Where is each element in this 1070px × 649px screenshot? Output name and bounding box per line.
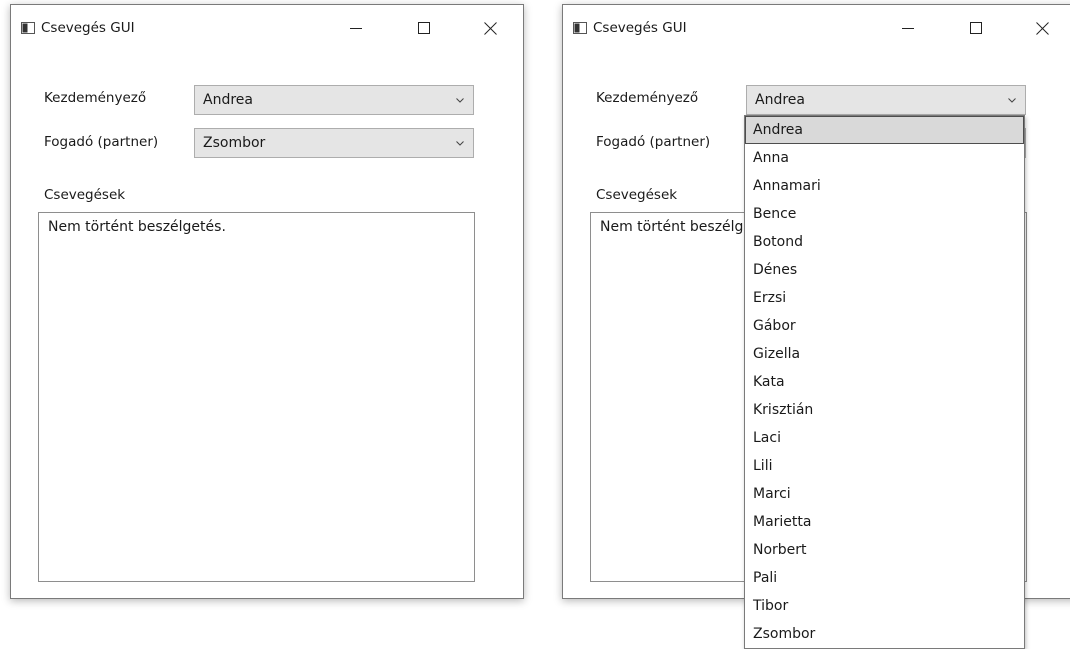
title-bar[interactable]: Csevegés GUI [11, 5, 523, 51]
dropdown-option[interactable]: Krisztián [745, 396, 1024, 424]
close-button[interactable] [1019, 14, 1065, 42]
minimize-icon [350, 28, 362, 29]
initiator-label: Kezdeményező [596, 90, 699, 106]
window-title: Csevegés GUI [41, 20, 135, 36]
dropdown-option[interactable]: Zsombor [745, 620, 1024, 648]
chevron-down-icon [456, 98, 464, 103]
dropdown-option[interactable]: Laci [745, 424, 1024, 452]
window-app-icon [21, 22, 35, 34]
dropdown-option[interactable]: Erzsi [745, 284, 1024, 312]
chat-window-left: Csevegés GUI Kezdeményező Andrea Fogadó … [10, 4, 524, 599]
initiator-combobox-value: Andrea [755, 92, 805, 108]
window-title: Csevegés GUI [593, 20, 687, 36]
partner-label: Fogadó (partner) [596, 134, 711, 150]
dropdown-option[interactable]: Marci [745, 480, 1024, 508]
dropdown-option[interactable]: Gizella [745, 340, 1024, 368]
maximize-icon [970, 22, 982, 34]
chats-label: Csevegések [596, 187, 678, 203]
dropdown-option[interactable]: Andrea [745, 116, 1024, 144]
dropdown-option[interactable]: Botond [745, 228, 1024, 256]
window-app-icon [573, 22, 587, 34]
close-button[interactable] [467, 14, 513, 42]
close-icon [1035, 21, 1049, 35]
chat-history-text: Nem történt beszélgetés. [48, 219, 226, 235]
chats-label: Csevegések [44, 187, 126, 203]
partner-combobox[interactable]: Zsombor [194, 128, 474, 158]
dropdown-option[interactable]: Gábor [745, 312, 1024, 340]
chevron-down-icon [1008, 98, 1016, 103]
title-bar[interactable]: Csevegés GUI [563, 5, 1070, 51]
minimize-button[interactable] [885, 14, 931, 42]
initiator-combobox-value: Andrea [203, 92, 253, 108]
dropdown-option[interactable]: Annamari [745, 172, 1024, 200]
maximize-icon [418, 22, 430, 34]
dropdown-option[interactable]: Marietta [745, 508, 1024, 536]
partner-combobox-value: Zsombor [203, 135, 266, 151]
partner-label: Fogadó (partner) [44, 134, 159, 150]
dropdown-option[interactable]: Tibor [745, 592, 1024, 620]
dropdown-option[interactable]: Bence [745, 200, 1024, 228]
maximize-button[interactable] [401, 14, 447, 42]
dropdown-option[interactable]: Pali [745, 564, 1024, 592]
chat-history-box[interactable]: Nem történt beszélgetés. [38, 212, 475, 582]
dropdown-option[interactable]: Lili [745, 452, 1024, 480]
initiator-label: Kezdeményező [44, 90, 147, 106]
dropdown-option[interactable]: Kata [745, 368, 1024, 396]
minimize-button[interactable] [333, 14, 379, 42]
dropdown-option[interactable]: Anna [745, 144, 1024, 172]
dropdown-option[interactable]: Dénes [745, 256, 1024, 284]
dropdown-option[interactable]: Norbert [745, 536, 1024, 564]
initiator-combobox[interactable]: Andrea [746, 85, 1026, 115]
initiator-combobox[interactable]: Andrea [194, 85, 474, 115]
maximize-button[interactable] [953, 14, 999, 42]
close-icon [483, 21, 497, 35]
chevron-down-icon [456, 141, 464, 146]
minimize-icon [902, 28, 914, 29]
partner-dropdown-list[interactable]: Andrea Anna Annamari Bence Botond Dénes Erzsi G… [744, 115, 1025, 649]
